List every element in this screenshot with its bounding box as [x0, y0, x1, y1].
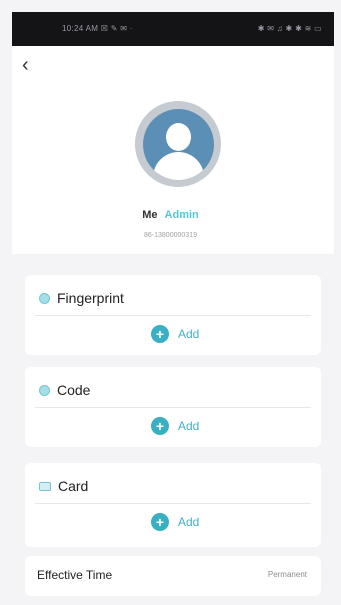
code-label: Code — [57, 382, 91, 398]
card-icon — [39, 481, 51, 491]
fingerprint-section: Fingerprint + Add — [25, 275, 321, 355]
add-card-label: Add — [178, 515, 200, 529]
status-bar: 10:24 AM ☒ ✎ ✉ · ✱ ✉ ♫ ✱ ✱ ≋ ▭ — [12, 12, 334, 46]
section-divider — [35, 315, 311, 316]
user-role-badge: Admin — [164, 209, 199, 221]
effective-time-label: Effective Time — [37, 568, 113, 582]
status-time: 10:24 AM ☒ ✎ ✉ · — [62, 24, 133, 33]
user-name-line: Me Admin — [0, 209, 341, 221]
effective-time-value: Permanent — [267, 570, 307, 579]
code-title: Code — [39, 382, 90, 398]
add-code-button[interactable]: + Add — [151, 417, 199, 435]
fingerprint-label: Fingerprint — [57, 290, 124, 306]
user-avatar-icon — [142, 108, 214, 180]
user-phone: 86-13800000319 — [144, 232, 197, 239]
chevron-left-icon: ‹ — [22, 54, 29, 76]
plus-icon: + — [151, 417, 169, 435]
code-section: Code + Add — [25, 367, 321, 447]
user-name: Me — [142, 209, 158, 221]
add-fingerprint-button[interactable]: + Add — [151, 325, 199, 343]
code-icon — [39, 384, 50, 396]
avatar-head — [165, 122, 191, 151]
status-indicators: ✱ ✉ ♫ ✱ ✱ ≋ ▭ — [257, 24, 322, 33]
avatar-body — [152, 151, 204, 180]
plus-icon: + — [151, 513, 169, 531]
plus-icon: + — [151, 325, 169, 343]
section-divider — [35, 407, 311, 408]
card-label: Card — [58, 478, 89, 494]
back-button[interactable]: ‹ — [22, 54, 40, 76]
fingerprint-title: Fingerprint — [39, 290, 124, 306]
app-screen: 10:24 AM ☒ ✎ ✉ · ✱ ✉ ♫ ✱ ✱ ≋ ▭ ‹ Me Admi… — [0, 0, 341, 605]
effective-time-row[interactable]: Effective Time Permanent — [25, 556, 321, 596]
avatar[interactable] — [135, 101, 221, 187]
add-card-button[interactable]: + Add — [151, 513, 199, 531]
section-divider — [35, 503, 311, 504]
add-code-label: Add — [178, 419, 200, 433]
add-fingerprint-label: Add — [178, 327, 200, 341]
fingerprint-icon — [39, 292, 50, 304]
card-title: Card — [39, 478, 88, 494]
card-section: Card + Add — [25, 463, 321, 547]
